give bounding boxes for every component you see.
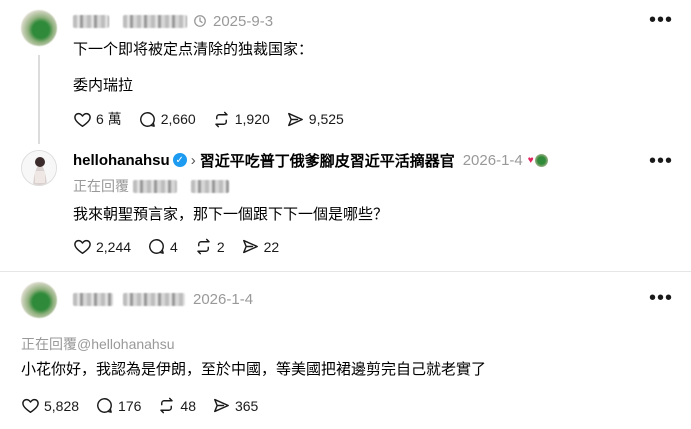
post-text-line1: 下一个即将被定点清除的独裁国家： <box>73 41 314 58</box>
comment-button[interactable]: 2,660 <box>138 110 196 129</box>
post-header: 2025-9-3 <box>73 11 273 31</box>
display-name-blurred[interactable] <box>123 14 187 28</box>
more-button[interactable]: ••• <box>649 287 673 310</box>
post-time[interactable]: 2026-1-4 <box>193 291 253 308</box>
heart-icon <box>74 112 91 127</box>
repost-button[interactable]: 1,920 <box>212 110 270 129</box>
share-count: 365 <box>234 397 259 414</box>
chevron-right-icon: › <box>190 151 196 169</box>
avatar-image <box>22 151 56 185</box>
post-text: 我來朝聖預言家，那下一個跟下下一個是哪些？ <box>73 206 389 223</box>
repost-icon <box>160 397 174 414</box>
post-header: hellohanahsu ✓ › 習近平吃普丁俄爹腳皮習近平活摘器官 2026-… <box>73 150 548 170</box>
more-button[interactable]: ••• <box>649 150 673 173</box>
like-count: 5,828 <box>44 397 80 414</box>
reply-indicator: 正在回覆 <box>73 176 229 196</box>
like-button[interactable]: 5,828 <box>21 396 79 415</box>
divider <box>0 271 691 272</box>
comment-count: 176 <box>118 397 142 414</box>
avatar[interactable] <box>21 150 57 186</box>
like-count: 6 萬 <box>96 111 122 127</box>
post-header: 2026-1-4 <box>73 289 253 309</box>
send-icon <box>287 112 303 126</box>
comment-icon <box>97 398 112 413</box>
post-actions: 5,828 176 48 365 <box>21 396 274 415</box>
share-button[interactable]: 9,525 <box>286 110 344 129</box>
comment-icon <box>149 239 164 254</box>
comment-button[interactable]: 4 <box>147 237 178 256</box>
comment-count: 4 <box>170 238 178 255</box>
post-text: 小花你好，我認為是伊朗，至於中國，等美國把裙邊剪完自己就老實了 <box>21 361 487 378</box>
share-count: 9,525 <box>308 111 344 127</box>
send-icon <box>214 398 229 413</box>
repost-count: 2 <box>216 238 225 255</box>
reply-indicator[interactable]: 正在回覆@hellohanahsu <box>21 334 175 354</box>
repost-button[interactable]: 2 <box>194 237 225 256</box>
username-blurred[interactable] <box>73 292 113 306</box>
share-count: 22 <box>263 238 280 255</box>
share-button[interactable]: 365 <box>212 396 258 415</box>
more-button[interactable]: ••• <box>649 9 673 32</box>
repost-count: 1,920 <box>234 111 270 127</box>
avatar[interactable] <box>21 10 57 46</box>
post-time[interactable]: 2025-9-3 <box>213 13 273 30</box>
post-time[interactable]: 2026-1-4 <box>463 152 523 169</box>
reply-prefix: 正在回覆 <box>73 178 129 194</box>
history-icon <box>194 15 206 27</box>
avatar[interactable] <box>21 282 57 318</box>
repost-button[interactable]: 48 <box>157 396 196 415</box>
thread-line <box>38 55 40 144</box>
repost-count: 48 <box>180 397 196 414</box>
post-text-line2: 委内瑞拉 <box>73 77 134 94</box>
display-name-blurred[interactable] <box>123 292 185 306</box>
post-actions: 6 萬 2,660 1,920 9,525 <box>73 109 360 129</box>
username[interactable]: hellohanahsu <box>73 152 170 169</box>
comment-count: 2,660 <box>160 111 196 127</box>
repost-icon <box>214 111 228 127</box>
comment-icon <box>139 111 155 127</box>
reply-target-blurred[interactable] <box>133 179 177 193</box>
comment-button[interactable]: 176 <box>95 396 141 415</box>
heart-icon <box>22 398 39 413</box>
reply-target-blurred[interactable] <box>191 179 229 193</box>
like-button[interactable]: 2,244 <box>73 237 131 256</box>
heart-icon <box>74 239 91 254</box>
heart-badge-icon: ♥ <box>527 154 534 166</box>
share-button[interactable]: 22 <box>241 237 280 256</box>
repost-icon <box>197 238 210 255</box>
verified-badge-icon: ✓ <box>172 153 187 167</box>
username-blurred[interactable] <box>73 14 109 28</box>
like-count: 2,244 <box>96 238 132 255</box>
sticker-avatar-icon <box>534 153 548 167</box>
like-button[interactable]: 6 萬 <box>73 109 122 129</box>
send-icon <box>242 239 258 254</box>
display-name[interactable]: 習近平吃普丁俄爹腳皮習近平活摘器官 <box>200 150 455 171</box>
post-actions: 2,244 4 2 22 <box>73 237 295 256</box>
